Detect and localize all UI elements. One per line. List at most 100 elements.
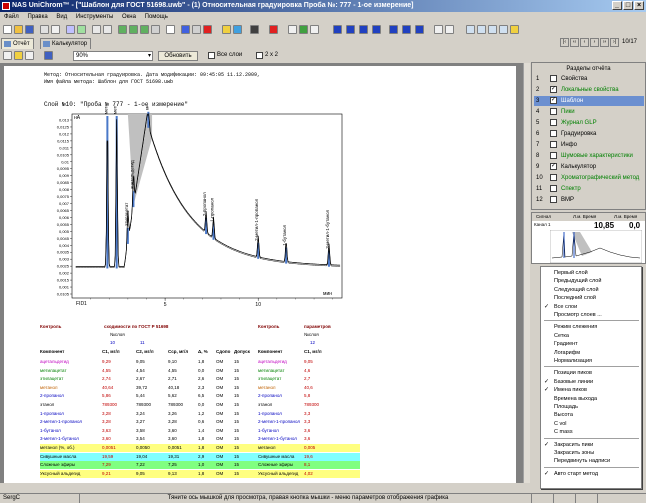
arrows-icon[interactable] xyxy=(118,25,127,34)
section-checkbox[interactable] xyxy=(550,75,557,82)
context-menu-item[interactable]: ✓ Имена пиков xyxy=(541,386,641,394)
nav-down2-icon[interactable] xyxy=(346,25,355,34)
play-icon[interactable] xyxy=(181,25,190,34)
edit-icon[interactable] xyxy=(222,25,231,34)
nav-left-icon[interactable] xyxy=(389,25,398,34)
section-item[interactable]: 5 Журнал GLP xyxy=(534,118,644,128)
section-item[interactable]: 8 Шумовые характеристики xyxy=(534,151,644,161)
gear-icon[interactable] xyxy=(25,51,34,60)
nav-right-icon[interactable] xyxy=(402,25,411,34)
nav-down-icon[interactable] xyxy=(333,25,342,34)
context-menu-item[interactable]: C mass xyxy=(541,428,641,436)
new-icon[interactable] xyxy=(3,25,12,34)
section-item[interactable]: 6 Градуировка xyxy=(534,129,644,139)
section-checkbox[interactable] xyxy=(550,108,557,115)
chart-icon[interactable] xyxy=(288,25,297,34)
refresh-button[interactable]: Обновить xyxy=(158,51,198,61)
wizard-icon[interactable] xyxy=(299,25,308,34)
fit-icon[interactable] xyxy=(129,25,138,34)
section-checkbox[interactable] xyxy=(550,130,557,137)
prev-page-button[interactable]: ‹‹ xyxy=(570,38,579,47)
save-icon[interactable] xyxy=(25,25,34,34)
section-checkbox[interactable] xyxy=(550,141,557,148)
context-menu-item[interactable]: Нормализация xyxy=(541,357,641,365)
context-menu-item[interactable]: Просмотр слоев ... xyxy=(541,311,641,319)
cascade-icon[interactable] xyxy=(499,25,508,34)
next-button[interactable]: › xyxy=(590,38,599,47)
section-item[interactable]: 2 ✓ Локальные свойства xyxy=(534,85,644,95)
section-checkbox[interactable] xyxy=(550,152,557,159)
section-item[interactable]: 12 ВМР xyxy=(534,195,644,205)
section-checkbox[interactable]: ✓ xyxy=(550,97,557,104)
context-menu-item[interactable]: Сетка xyxy=(541,332,641,340)
reload-icon[interactable] xyxy=(151,25,160,34)
zoom-select[interactable]: 90% ▾ xyxy=(73,51,153,61)
tile-icon[interactable] xyxy=(488,25,497,34)
menu-view[interactable]: Вид xyxy=(56,14,67,20)
menu-help[interactable]: Помощь xyxy=(145,14,168,20)
paste-icon[interactable] xyxy=(77,25,86,34)
context-menu-item[interactable]: ✓ Авто старт метод xyxy=(541,470,641,478)
tab-calculator[interactable]: Калькулятор xyxy=(40,38,92,49)
window-icon[interactable] xyxy=(466,25,475,34)
next-page-button[interactable]: ›› xyxy=(600,38,609,47)
folder-icon[interactable] xyxy=(14,51,23,60)
print-icon[interactable] xyxy=(40,25,49,34)
context-menu-item[interactable]: ✓ Базовые линии xyxy=(541,378,641,386)
two-by-two-checkbox[interactable] xyxy=(256,52,263,59)
open-icon[interactable] xyxy=(14,25,23,34)
function-icon[interactable] xyxy=(310,25,319,34)
section-checkbox[interactable] xyxy=(550,196,557,203)
section-item[interactable]: 1 Свойства xyxy=(534,74,644,84)
prev-button[interactable]: ‹ xyxy=(580,38,589,47)
mini-chart-panel[interactable]: Сигнал Л.м. Время Л.м. Время Канал 1 10,… xyxy=(531,212,646,264)
print-icon[interactable] xyxy=(3,51,12,60)
context-menu-item[interactable]: Позиции пиков xyxy=(541,369,641,377)
context-menu-item[interactable]: ✓ Все слои xyxy=(541,303,641,311)
nav-last-icon[interactable] xyxy=(415,25,424,34)
section-item[interactable]: 9 ✓ Калькулятор xyxy=(534,162,644,172)
context-menu-item[interactable]: Следующий слой xyxy=(541,286,641,294)
copy-icon[interactable] xyxy=(66,25,75,34)
context-menu-item[interactable]: Предыдущий слой xyxy=(541,277,641,285)
pause-icon[interactable] xyxy=(192,25,201,34)
context-menu-item[interactable]: Режим слежения xyxy=(541,323,641,331)
menu-tools[interactable]: Инструменты xyxy=(76,14,113,20)
section-item[interactable]: 3 ✓ Шаблон xyxy=(534,96,644,106)
section-checkbox[interactable] xyxy=(550,119,557,126)
all-layers-checkbox[interactable] xyxy=(208,52,215,59)
context-menu-item[interactable]: Передвинуть надписи xyxy=(541,457,641,465)
windows-icon[interactable] xyxy=(477,25,486,34)
preview-icon[interactable] xyxy=(51,25,60,34)
section-checkbox[interactable]: ✓ xyxy=(550,86,557,93)
chevron-down-icon[interactable]: ▾ xyxy=(148,52,151,60)
save-report-icon[interactable] xyxy=(44,51,53,60)
menu-file[interactable]: Файл xyxy=(4,14,19,20)
zoom-in-icon[interactable] xyxy=(250,25,259,34)
zoom-icon[interactable] xyxy=(92,25,101,34)
undo-icon[interactable] xyxy=(166,25,175,34)
section-checkbox[interactable] xyxy=(550,174,557,181)
context-menu-item[interactable]: Высота xyxy=(541,411,641,419)
context-menu-item[interactable]: ✓ Закрасить пики xyxy=(541,441,641,449)
zoom-out-icon[interactable] xyxy=(103,25,112,34)
vertical-scrollbar[interactable] xyxy=(523,63,530,483)
stop-icon[interactable] xyxy=(203,25,212,34)
close-button[interactable]: × xyxy=(634,1,644,10)
context-menu-item[interactable]: Последний слой xyxy=(541,294,641,302)
tab-report[interactable]: Отчёт xyxy=(1,38,34,49)
maximize-button[interactable]: □ xyxy=(623,1,633,10)
chromatogram-chart[interactable]: 0,0130,0125 0,012 0,0115 0,011 0,0105 0,01 0,0… xyxy=(40,106,345,311)
list-icon[interactable] xyxy=(445,25,454,34)
context-menu-item[interactable]: Площадь xyxy=(541,403,641,411)
section-item[interactable]: 7 Инфо xyxy=(534,140,644,150)
help-icon[interactable] xyxy=(510,25,519,34)
menu-windows[interactable]: Окна xyxy=(122,14,136,20)
first-page-button[interactable]: |‹ xyxy=(560,38,569,47)
last-page-button[interactable]: ›| xyxy=(610,38,619,47)
context-menu-item[interactable]: Первый слой xyxy=(541,269,641,277)
refresh-icon[interactable] xyxy=(140,25,149,34)
context-menu-item[interactable]: Градиент xyxy=(541,340,641,348)
context-menu-item[interactable]: Закрасить зоны xyxy=(541,449,641,457)
context-menu-item[interactable]: Времена выхода xyxy=(541,395,641,403)
